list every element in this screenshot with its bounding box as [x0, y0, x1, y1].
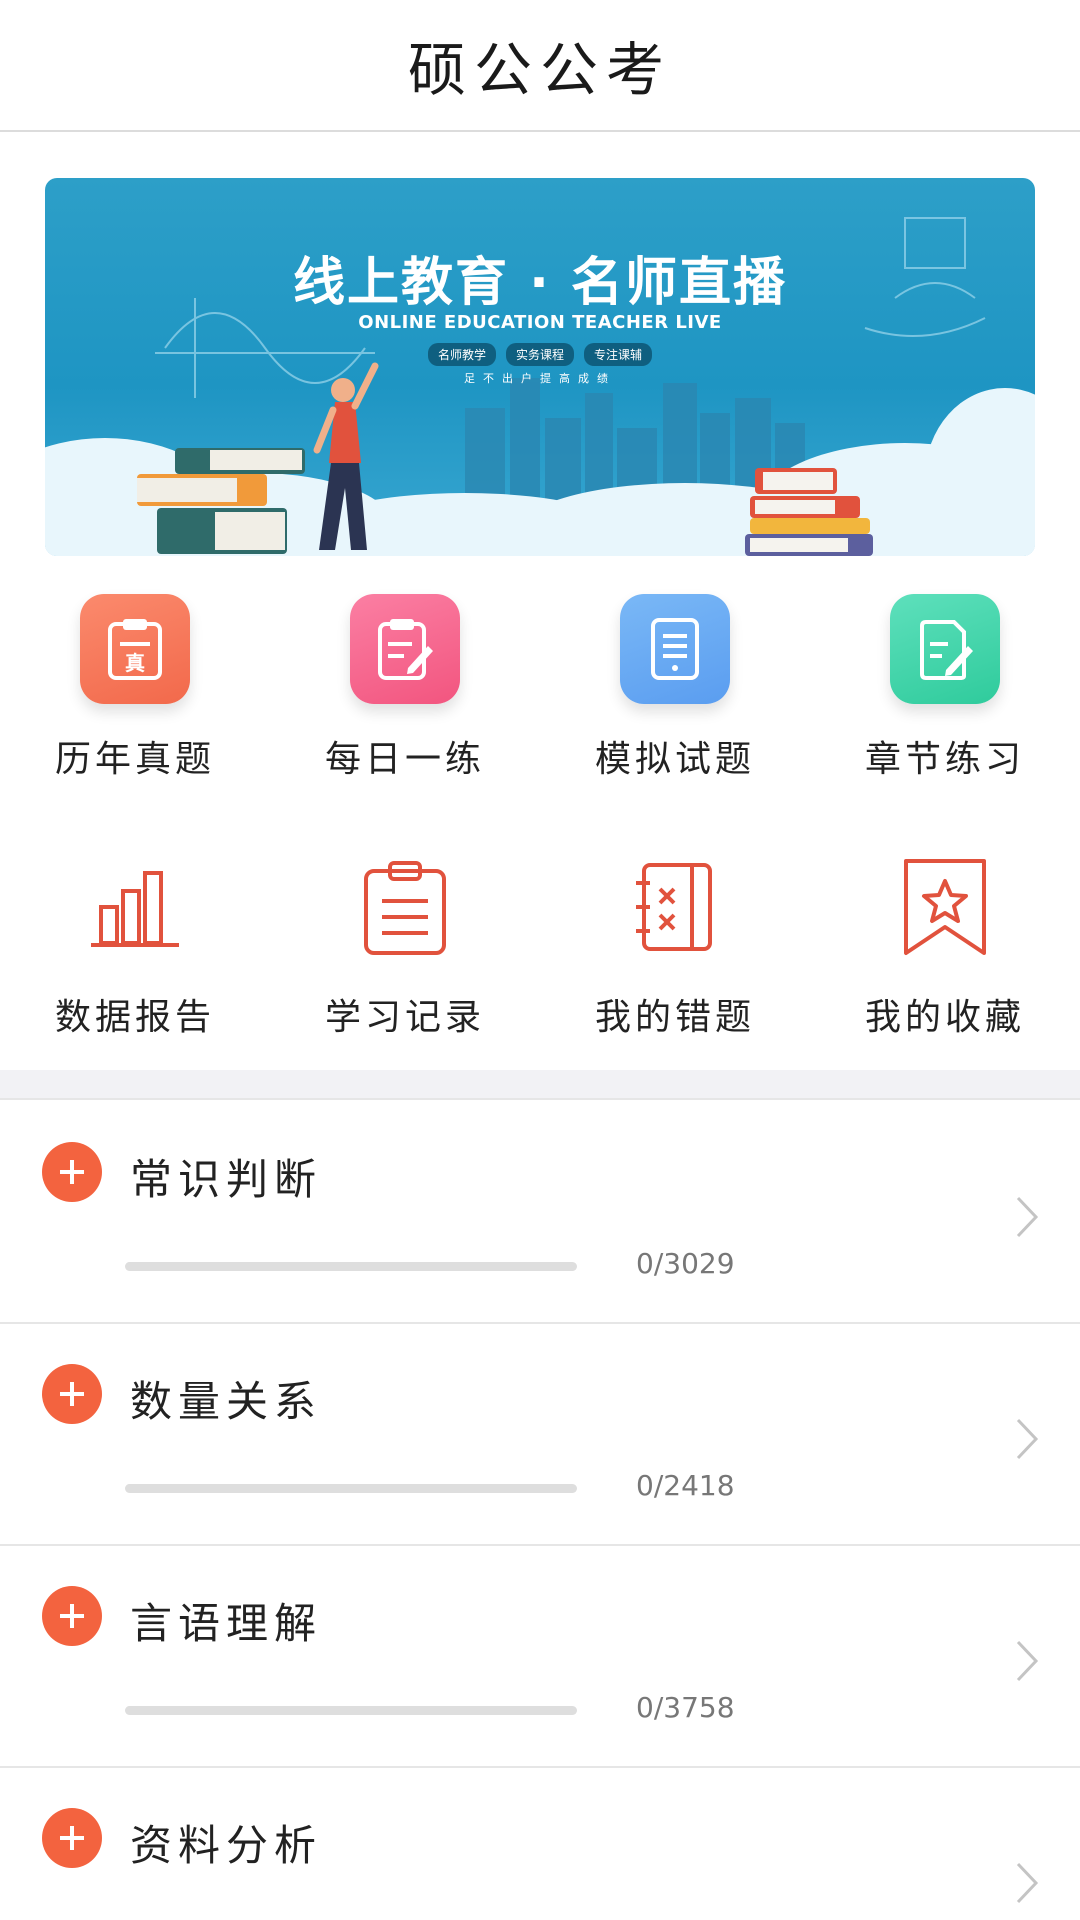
exam-paper-icon: 真 — [80, 594, 190, 704]
category-item[interactable]: 言语理解 0/3758 — [0, 1546, 1080, 1768]
grid-item-label: 数据报告 — [54, 997, 215, 1038]
progress-count: 0/3029 — [636, 1247, 735, 1280]
progress-bar — [125, 1706, 577, 1715]
grid-item-label: 每日一练 — [324, 739, 485, 780]
category-name: 言语理解 — [130, 1599, 323, 1648]
category-name: 数量关系 — [130, 1377, 323, 1426]
svg-text:真: 真 — [125, 651, 145, 675]
bar-chart-icon — [80, 852, 190, 962]
chevron-right-icon — [1016, 1418, 1039, 1460]
promo-banner[interactable]: 线上教育 · 名师直播 ONLINE EDUCATION TEACHER LIV… — [45, 178, 1035, 556]
grid-item-past-exams[interactable]: 真 历年真题 — [0, 594, 270, 782]
mock-test-icon — [620, 594, 730, 704]
banner-tag: 专注课辅 — [584, 343, 653, 366]
feature-grid-bottom: 数据报告 学习记录 我的错题 我的收藏 — [0, 852, 1080, 1040]
banner-tag: 实务课程 — [505, 343, 574, 366]
category-item[interactable]: 资料分析 — [0, 1768, 1080, 1920]
plus-icon[interactable] — [42, 1364, 102, 1424]
banner-subtitle: ONLINE EDUCATION TEACHER LIVE — [358, 312, 722, 333]
banner-tag: 名师教学 — [427, 343, 496, 366]
grid-item-label: 模拟试题 — [594, 739, 755, 780]
bookmark-star-icon — [890, 852, 1000, 962]
grid-item-my-favorites[interactable]: 我的收藏 — [810, 852, 1080, 1040]
plus-icon[interactable] — [42, 1808, 102, 1868]
grid-item-my-mistakes[interactable]: 我的错题 — [540, 852, 810, 1040]
grid-item-daily-practice[interactable]: 每日一练 — [270, 594, 540, 782]
progress-bar — [125, 1262, 577, 1271]
grid-item-label: 章节练习 — [864, 739, 1025, 780]
grid-item-mock-test[interactable]: 模拟试题 — [540, 594, 810, 782]
grid-item-label: 我的收藏 — [864, 997, 1025, 1038]
notebook-x-icon — [620, 852, 730, 962]
grid-item-study-record[interactable]: 学习记录 — [270, 852, 540, 1040]
plus-icon[interactable] — [42, 1142, 102, 1202]
daily-practice-icon — [350, 594, 460, 704]
category-item[interactable]: 常识判断 0/3029 — [0, 1102, 1080, 1324]
clipboard-icon — [350, 852, 460, 962]
app-header: 硕公公考 — [0, 0, 1080, 132]
grid-item-chapter-practice[interactable]: 章节练习 — [810, 594, 1080, 782]
grid-item-label: 我的错题 — [594, 997, 755, 1038]
progress-count: 0/2418 — [636, 1469, 735, 1502]
banner-tags: 名师教学 实务课程 专注课辅 — [45, 343, 1035, 366]
progress-count: 0/3758 — [636, 1691, 735, 1724]
progress-bar — [125, 1484, 577, 1493]
banner-headline: 线上教育 · 名师直播 — [293, 253, 787, 313]
category-name: 资料分析 — [130, 1821, 323, 1870]
chapter-practice-icon — [890, 594, 1000, 704]
grid-item-data-report[interactable]: 数据报告 — [0, 852, 270, 1040]
chevron-right-icon — [1016, 1862, 1039, 1904]
banner-slogan: 足不出户提高成绩 — [464, 372, 616, 385]
section-divider — [0, 1070, 1080, 1100]
banner-illustration — [45, 217, 1035, 556]
grid-item-label: 学习记录 — [324, 997, 485, 1038]
page-title: 硕公公考 — [407, 36, 672, 104]
grid-item-label: 历年真题 — [54, 739, 215, 780]
chevron-right-icon — [1016, 1196, 1039, 1238]
plus-icon[interactable] — [42, 1586, 102, 1646]
category-item[interactable]: 数量关系 0/2418 — [0, 1324, 1080, 1546]
chevron-right-icon — [1016, 1640, 1039, 1682]
category-name: 常识判断 — [130, 1155, 323, 1204]
feature-grid-top: 真 历年真题 每日一练 模拟试题 章节练习 — [0, 594, 1080, 782]
